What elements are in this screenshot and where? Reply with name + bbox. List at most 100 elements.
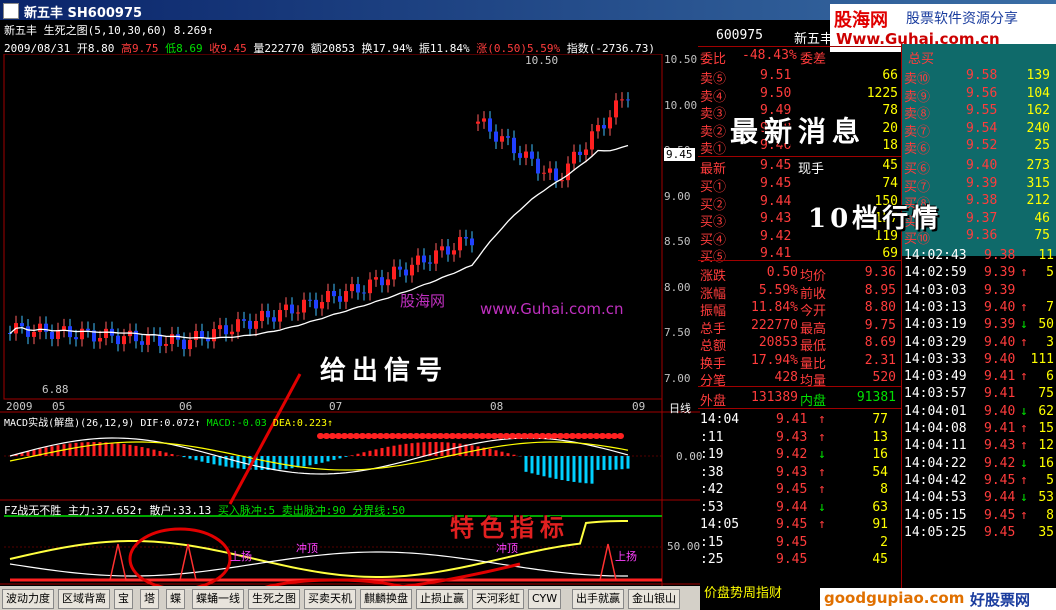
- tick-price: 9.40: [984, 351, 1016, 367]
- tick-time: 14:04:42: [904, 472, 967, 488]
- weicha-label: 委差: [800, 52, 827, 67]
- candle: [440, 246, 444, 251]
- macd-bar: [122, 443, 126, 456]
- macd-bar: [104, 442, 108, 456]
- indicator-tab[interactable]: 生死之图: [248, 589, 300, 609]
- tick-price: 9.45: [776, 482, 808, 497]
- macd-bar: [374, 449, 378, 456]
- candle: [212, 329, 216, 342]
- bid-price: 9.37: [966, 210, 998, 226]
- tick-time: 14:04:01: [904, 403, 967, 419]
- separator: [698, 260, 902, 261]
- ask-price: 9.55: [966, 103, 998, 118]
- indicator-tab[interactable]: 区域背离: [58, 589, 110, 609]
- ask-volume: 240: [1026, 120, 1050, 136]
- stat-label: 总手: [700, 321, 727, 337]
- tick-time: 14:05:15: [904, 507, 967, 523]
- tick-arrow: ↑: [818, 464, 826, 480]
- indicator-tab[interactable]: 宝: [114, 589, 133, 609]
- tick-price: 9.45: [984, 524, 1016, 540]
- indicator-tab[interactable]: 麒麟换盘: [360, 589, 412, 609]
- stat-label: 最低: [800, 339, 827, 354]
- candle: [602, 125, 606, 129]
- macd-bar: [410, 443, 414, 456]
- separator: [901, 44, 902, 604]
- ask-label: 卖③: [700, 107, 727, 122]
- candle: [38, 323, 42, 332]
- now-label: 现手: [798, 162, 825, 177]
- indicator-title: 新五丰 生死之图(5,10,30,60) 8.269↑: [4, 24, 214, 37]
- separator: [698, 46, 902, 47]
- tick-arrow: ↓: [818, 499, 826, 515]
- macd-histogram: [14, 442, 630, 484]
- stat-value: 0.50: [766, 265, 798, 280]
- macd-bar: [452, 442, 456, 456]
- indicator-tab[interactable]: 金山银山: [628, 589, 680, 609]
- macd-bar: [380, 448, 384, 456]
- candle: [422, 255, 426, 263]
- tick-arrow: ↓: [818, 447, 826, 462]
- indicator-tab[interactable]: 塔: [140, 589, 159, 609]
- bid-price: 9.36: [966, 228, 998, 243]
- tick-price: 9.43: [776, 464, 808, 480]
- indicator-tab[interactable]: 买卖天机: [304, 589, 356, 609]
- tick-volume: 111: [1030, 351, 1054, 367]
- indicator-tab[interactable]: 出手就赢: [572, 589, 624, 609]
- annotation-signal: 给出信号: [320, 356, 449, 386]
- indicator-tab-bar: 波动力度 区域背离宝塔蝶蝶蛹一线 生死之图 买卖天机 麒麟换盘 止损止赢 天河彩虹 CYW 出手…: [0, 586, 700, 610]
- tick-time: 14:03:19: [904, 317, 967, 333]
- high-mark: 10.50: [525, 54, 559, 67]
- candle: [494, 131, 498, 142]
- tick-volume: 15: [1038, 421, 1054, 436]
- macd-bar: [440, 442, 444, 456]
- macd-bar: [368, 450, 372, 456]
- separator: [698, 386, 902, 387]
- stat-value: 8.69: [864, 335, 896, 350]
- tick-arrow: ↑: [818, 517, 826, 532]
- macd-bar: [44, 447, 48, 456]
- indicator-tab[interactable]: 蝶蛹一线: [192, 589, 244, 609]
- macd-bar: [614, 456, 618, 470]
- stat-value: 9.75: [864, 317, 896, 333]
- indicator-tab[interactable]: CYW: [528, 589, 562, 609]
- candle: [596, 125, 600, 132]
- candle: [410, 264, 414, 276]
- tick-volume: 35: [1038, 524, 1054, 540]
- candle: [62, 326, 66, 331]
- bid-volume: 74: [882, 176, 898, 191]
- candle: [512, 137, 516, 154]
- tick-time: :53: [700, 499, 724, 515]
- bid-price: 9.39: [966, 175, 998, 191]
- ask-price: 9.50: [760, 85, 792, 101]
- tick-price: 9.41: [776, 412, 808, 427]
- tick-price: 9.39: [984, 265, 1016, 281]
- tick-time: 14:03:03: [904, 282, 967, 298]
- macd-bar: [326, 456, 330, 462]
- macd-bar: [488, 448, 492, 456]
- macd-bar: [536, 456, 540, 475]
- macd-bar: [164, 452, 168, 456]
- indicator-tab[interactable]: 止损止赢: [416, 589, 468, 609]
- candle: [470, 238, 474, 246]
- tick-volume: 45: [872, 552, 888, 567]
- fz-header: FZ战无不胜 主力:37.652↑ 散户:33.13 买入脉冲:5 卖出脉冲:9…: [4, 504, 406, 517]
- tick-price: 9.45: [984, 472, 1016, 488]
- indicator-tab[interactable]: 天河彩虹: [472, 589, 524, 609]
- candle: [266, 310, 270, 318]
- tick-time: :19: [700, 447, 724, 462]
- indicator-tab[interactable]: 波动力度: [2, 589, 54, 609]
- stock-name: 新五丰: [794, 32, 834, 47]
- tick-volume: 8: [880, 482, 888, 497]
- indicator-tab[interactable]: 蝶: [166, 589, 185, 609]
- tick-price: 9.42: [776, 447, 808, 462]
- macd-bar: [362, 452, 366, 456]
- tick-volume: 11: [1038, 248, 1054, 263]
- macd-bar: [398, 444, 402, 456]
- ask-label: 卖⑤: [700, 72, 727, 87]
- bid-volume: 212: [1026, 193, 1050, 208]
- ask-label: 卖④: [700, 89, 727, 105]
- macd-bar: [350, 455, 354, 456]
- stat-value: 20853: [758, 335, 798, 350]
- candle: [572, 151, 576, 164]
- tick-price: 9.40: [984, 334, 1016, 350]
